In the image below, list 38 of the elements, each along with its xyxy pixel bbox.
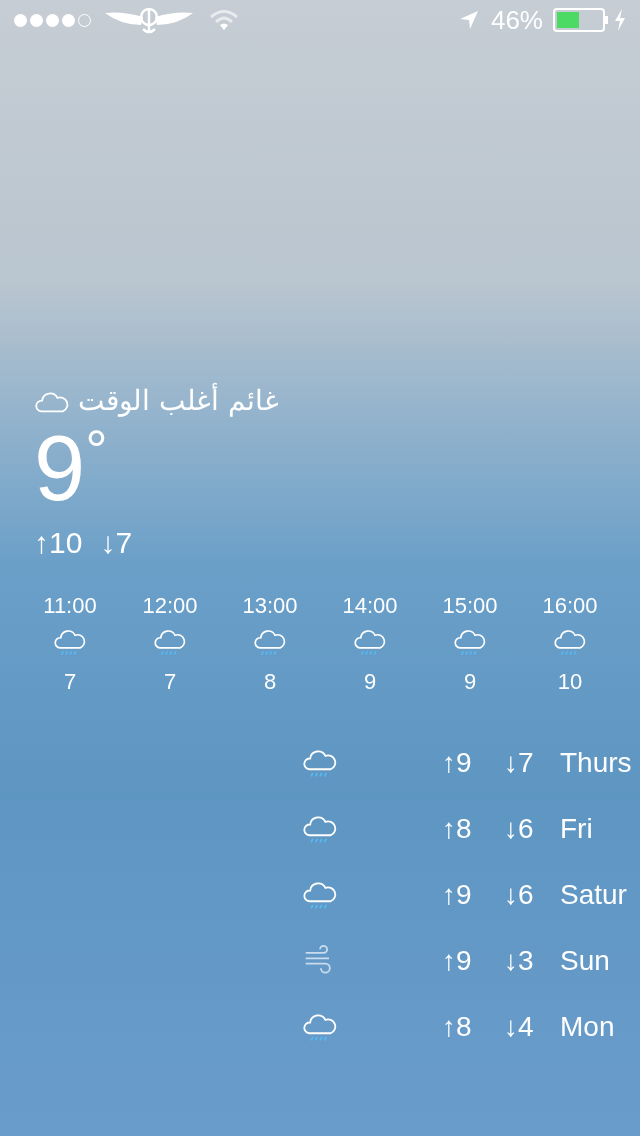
weekday-name: Satur [560,878,627,912]
charging-bolt-icon [614,9,626,31]
hour-temperature: 10 [557,668,583,696]
condition-text: غائم أغلب الوقت [78,381,279,419]
location-arrow-icon [458,10,479,30]
day-low-temperature: ↓4 [504,1010,535,1044]
day-high-temperature: ↑9 [442,878,473,912]
winged-anchor-logo-icon [103,5,195,35]
wifi-icon [209,9,239,31]
weekday-name: Fri [560,812,593,846]
day-low-temperature: ↓6 [504,878,535,912]
battery-icon [553,8,608,32]
day-high-temperature: ↑8 [442,1010,473,1044]
hour-time: 15:00 [442,592,498,619]
hour-time: 11:00 [43,592,97,619]
hour-time: 14:00 [342,592,398,619]
hour-time: 13:00 [242,592,298,619]
day-low-temperature: ↓6 [504,812,535,846]
degree-symbol: ° [85,422,108,478]
hour-time: 16:00 [542,592,598,619]
day-high-temperature: ↑8 [442,812,473,846]
weekday-name: Mon [560,1010,615,1044]
current-temperature: 9 [34,422,86,514]
weekday-name: Sun [560,944,610,978]
battery-percentage: 46% [490,3,543,37]
hour-temperature: 9 [463,668,477,696]
day-low-temperature: ↓3 [504,944,535,978]
hour-temperature: 8 [263,668,277,696]
day-high-temperature: ↑9 [442,944,473,978]
low-temperature: ↓7 [100,525,133,561]
hour-temperature: 9 [363,668,377,696]
day-high-temperature: ↑9 [442,746,473,780]
high-temperature: ↑10 [34,525,83,561]
day-low-temperature: ↓7 [504,746,535,780]
hour-temperature: 7 [63,668,77,696]
hour-time: 12:00 [142,592,198,619]
weekday-name: Thurs [560,746,632,780]
hour-temperature: 7 [163,668,177,696]
